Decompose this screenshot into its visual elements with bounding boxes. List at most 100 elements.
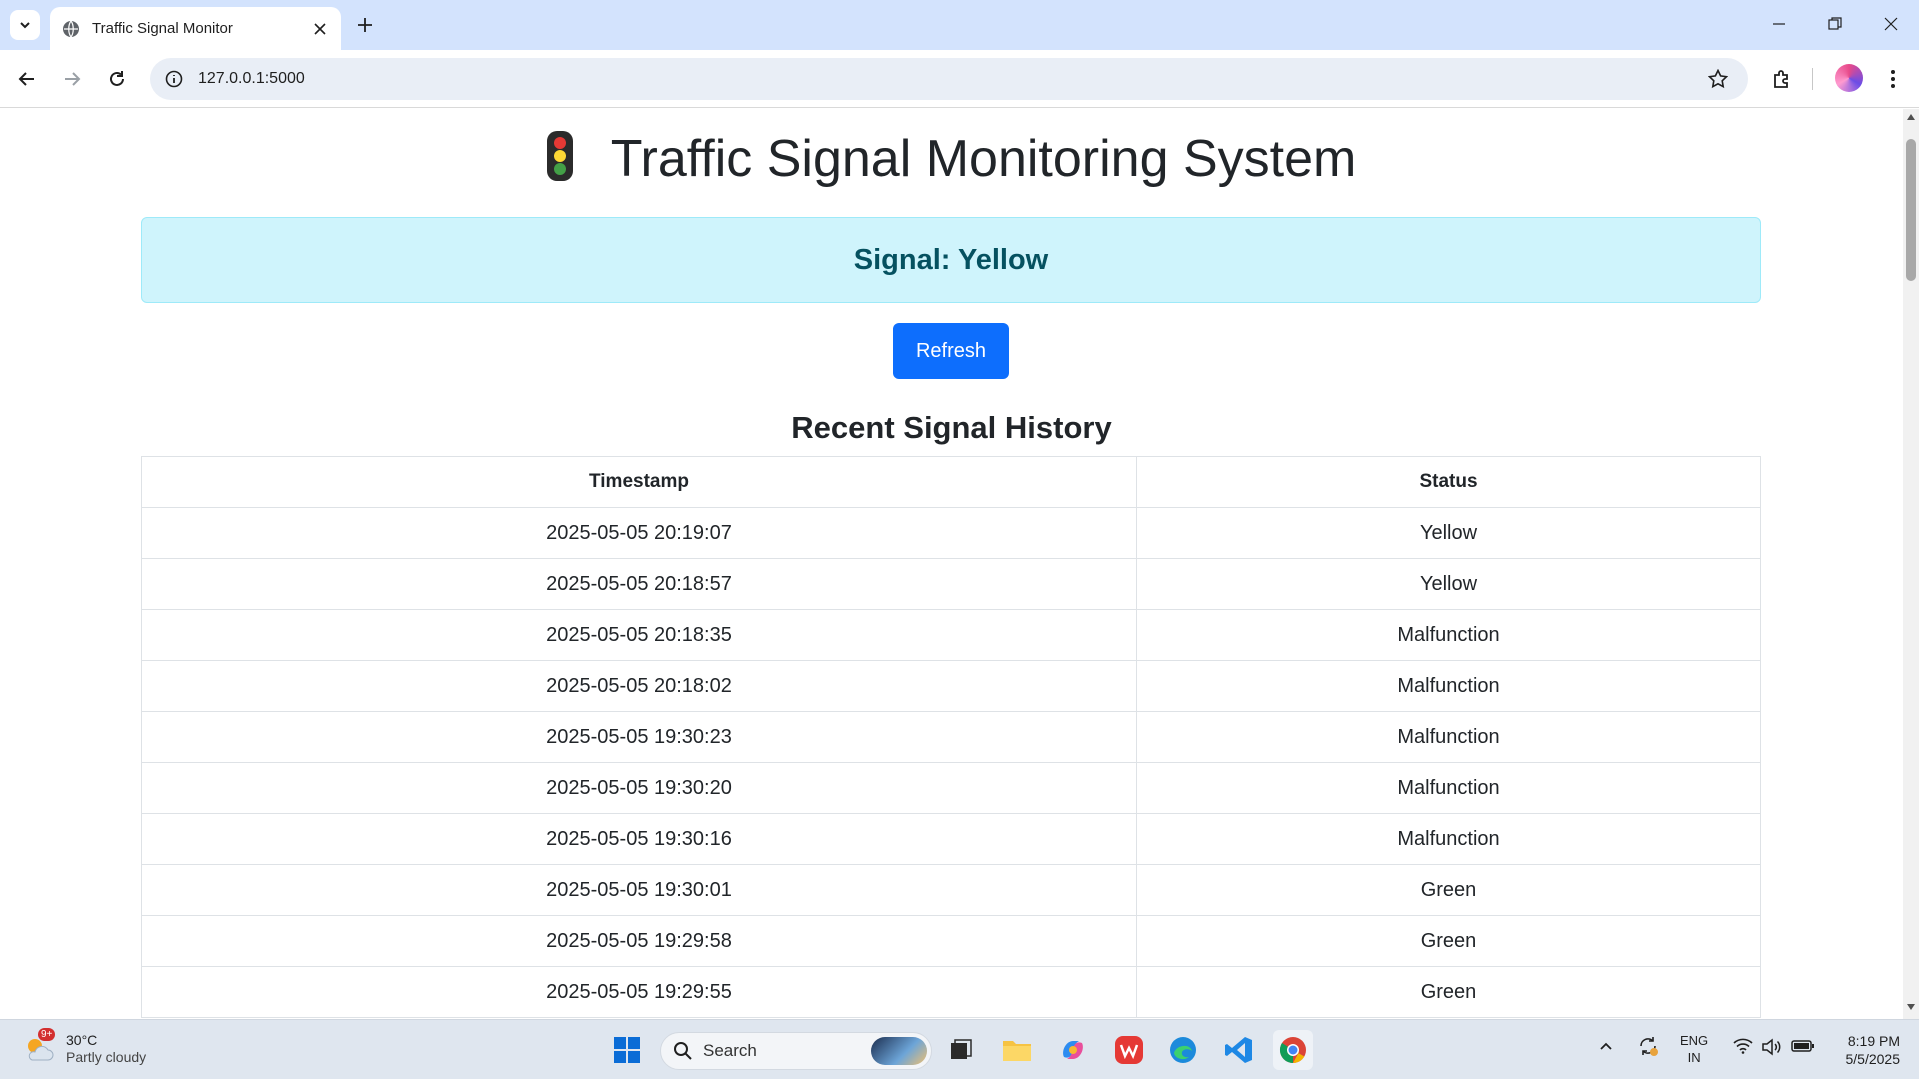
weather-description: Partly cloudy (66, 1049, 147, 1065)
clock-time: 8:19 PM (1847, 1033, 1900, 1049)
triangle-down-icon (1907, 1004, 1915, 1010)
speaker-icon (1762, 1038, 1781, 1056)
column-header-status: Status (1136, 456, 1761, 508)
battery-button[interactable] (1791, 1038, 1815, 1054)
status-cell: Malfunction (1136, 660, 1761, 712)
table-row: 2025-05-05 19:30:16 Malfunction (141, 813, 1761, 865)
wps-office-button[interactable] (1109, 1030, 1149, 1070)
wifi-icon (1733, 1038, 1753, 1054)
volume-button[interactable] (1761, 1038, 1783, 1056)
globe-icon (63, 20, 79, 37)
arrow-left-icon (18, 72, 34, 86)
chrome-button[interactable] (1273, 1030, 1313, 1070)
triangle-up-icon (1907, 114, 1915, 120)
table-row: 2025-05-05 19:30:01 Green (141, 864, 1761, 916)
table-row: 2025-05-05 19:29:55 Green (141, 966, 1761, 1018)
task-view-button[interactable] (941, 1030, 981, 1070)
copilot-button[interactable] (1053, 1030, 1093, 1070)
page-title: Traffic Signal Monitoring System (0, 129, 1903, 189)
page-scrollbar[interactable] (1903, 109, 1919, 1019)
search-label: Search (703, 1041, 757, 1060)
vscode-button[interactable] (1219, 1030, 1259, 1070)
windows-taskbar: 9+ 30°C Partly cloudy Search ENG IN 8:19… (0, 1019, 1919, 1079)
timestamp-cell: 2025-05-05 20:18:35 (141, 609, 1137, 661)
wifi-button[interactable] (1733, 1038, 1753, 1054)
menu-button[interactable] (1875, 61, 1911, 97)
history-table: Timestamp Status 2025-05-05 20:19:07 Yell… (141, 456, 1761, 1018)
status-cell: Green (1136, 966, 1761, 1018)
status-cell: Malfunction (1136, 813, 1761, 865)
language-region: IN (1687, 1050, 1701, 1065)
arrow-right-icon (65, 72, 81, 86)
plus-icon (358, 18, 372, 32)
status-cell: Green (1136, 864, 1761, 916)
chevron-up-icon (1600, 1042, 1612, 1050)
start-button[interactable] (607, 1030, 647, 1070)
folder-icon (1003, 1041, 1031, 1061)
status-cell: Green (1136, 915, 1761, 967)
history-heading: Recent Signal History (791, 410, 1112, 445)
tab-close-button[interactable] (307, 16, 333, 42)
info-icon (165, 70, 183, 88)
table-row: 2025-05-05 20:18:02 Malfunction (141, 660, 1761, 712)
clock-date: 5/5/2025 (1845, 1051, 1901, 1067)
status-cell: Yellow (1136, 507, 1761, 559)
back-button[interactable] (9, 61, 45, 97)
taskbar-search[interactable]: Search (660, 1032, 932, 1070)
close-icon (314, 22, 326, 35)
timestamp-cell: 2025-05-05 19:30:16 (141, 813, 1137, 865)
system-clock[interactable]: 8:19 PM 5/5/2025 (1830, 1032, 1901, 1068)
wps-icon (1115, 1036, 1143, 1064)
scroll-up-arrow[interactable] (1903, 113, 1919, 125)
timestamp-cell: 2025-05-05 20:18:57 (141, 558, 1137, 610)
weather-widget[interactable]: 9+ 30°C Partly cloudy (22, 1028, 147, 1066)
windows-logo-icon (614, 1037, 640, 1063)
page-viewport: Traffic Signal Monitoring System Signal:… (0, 109, 1903, 1019)
extensions-button[interactable] (1764, 61, 1800, 97)
timestamp-cell: 2025-05-05 19:30:20 (141, 762, 1137, 814)
copilot-icon (1063, 1041, 1083, 1059)
timestamp-cell: 2025-05-05 20:18:02 (141, 660, 1137, 712)
weather-badge: 9+ (38, 1028, 56, 1041)
table-row: 2025-05-05 19:30:20 Malfunction (141, 762, 1761, 814)
column-header-timestamp: Timestamp (141, 456, 1137, 508)
sync-status-button[interactable] (1637, 1035, 1659, 1057)
close-window-button[interactable] (1863, 0, 1919, 48)
timestamp-cell: 2025-05-05 19:30:01 (141, 864, 1137, 916)
forward-button[interactable] (54, 61, 90, 97)
input-language-indicator[interactable]: ENG IN (1680, 1032, 1708, 1066)
file-explorer-button[interactable] (997, 1030, 1037, 1070)
traffic-light-icon (546, 131, 573, 182)
bookmark-button[interactable] (1698, 58, 1738, 100)
table-row: 2025-05-05 19:29:58 Green (141, 915, 1761, 967)
scrollbar-thumb[interactable] (1906, 139, 1916, 281)
status-cell: Malfunction (1136, 609, 1761, 661)
scroll-down-arrow[interactable] (1903, 1003, 1919, 1015)
timestamp-cell: 2025-05-05 19:30:23 (141, 711, 1137, 763)
restore-button[interactable] (1807, 0, 1863, 48)
status-cell: Yellow (1136, 558, 1761, 610)
address-bar[interactable]: 127.0.0.1:5000 (150, 58, 1748, 100)
puzzle-icon (1774, 70, 1788, 88)
table-row: 2025-05-05 20:19:07 Yellow (141, 507, 1761, 559)
status-cell: Malfunction (1136, 711, 1761, 763)
show-hidden-icons-button[interactable] (1598, 1038, 1614, 1054)
refresh-button[interactable]: Refresh (893, 323, 1009, 379)
signal-status-text: Signal: Yellow (853, 243, 1049, 276)
toolbar-divider (1812, 68, 1813, 90)
tab-search-button[interactable] (10, 10, 40, 40)
site-info-button[interactable] (154, 58, 194, 100)
tab-active[interactable]: Traffic Signal Monitor (50, 7, 341, 50)
browser-toolbar: 127.0.0.1:5000 (0, 50, 1919, 108)
profile-avatar[interactable] (1835, 64, 1863, 92)
chrome-icon (1279, 1037, 1306, 1064)
edge-button[interactable] (1163, 1030, 1203, 1070)
star-icon (1708, 69, 1728, 89)
table-header-row: Timestamp Status (141, 456, 1761, 508)
new-tab-button[interactable] (350, 10, 380, 40)
timestamp-cell: 2025-05-05 19:29:58 (141, 915, 1137, 967)
reload-button[interactable] (99, 61, 135, 97)
vscode-icon (1225, 1037, 1252, 1063)
minimize-button[interactable] (1751, 0, 1807, 48)
task-view-icon (951, 1039, 972, 1059)
